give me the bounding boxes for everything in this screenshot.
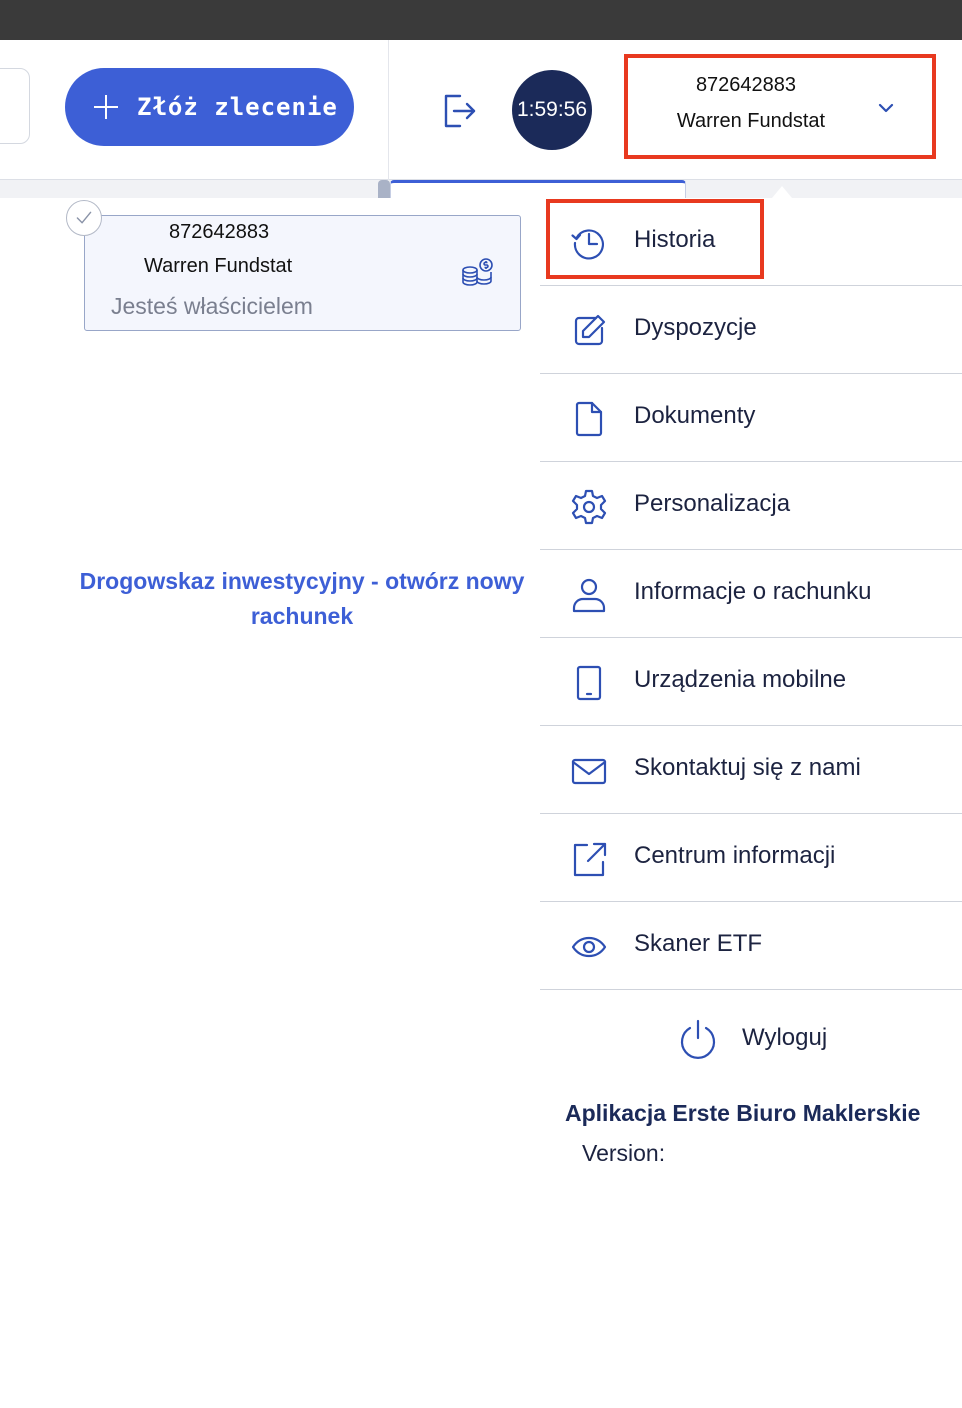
menu-item-urzadzenia[interactable]: Urządzenia mobilne [540,638,962,726]
browser-top-strip [0,0,962,40]
investment-guide-link[interactable]: Drogowskaz inwestycyjny - otwórz nowy ra… [60,564,544,634]
external-link-icon [573,842,607,877]
user-icon [572,578,606,613]
menu-item-label: Dyspozycje [634,314,757,341]
menu-item-skaner-etf[interactable]: Skaner ETF [540,902,962,990]
document-icon [575,401,603,437]
account-card-role: Jesteś właścicielem [111,293,313,319]
historia-highlight-box [546,199,764,279]
menu-item-label: Skaner ETF [634,930,763,957]
menu-item-label: Skontaktuj się z nami [634,754,861,781]
menu-item-dyspozycje[interactable]: Dyspozycje [540,286,962,374]
place-order-button[interactable]: Złóż zlecenie [65,68,354,146]
dropdown-caret [772,186,792,198]
envelope-icon [571,758,607,785]
active-subtab[interactable] [390,180,686,198]
logout-label: Wyloguj [742,1024,828,1051]
menu-item-label: Informacje o rachunku [634,578,872,605]
plus-icon [93,94,119,120]
chevron-down-icon[interactable] [874,96,898,120]
account-selector-number: 872642883 [695,74,797,96]
logout-icon[interactable] [440,92,478,130]
menu-item-kontakt[interactable]: Skontaktuj się z nami [540,726,962,814]
app-header: Złóż zlecenie 1:59:56 872642883 Warren F… [0,40,962,180]
account-card[interactable]: 872642883 Warren Fundstat Jesteś właścic… [84,215,521,331]
menu-item-label: Urządzenia mobilne [634,666,847,693]
place-order-label: Złóż zlecenie [137,93,338,121]
accounts-panel: 872642883 Warren Fundstat Jesteś właścic… [0,198,540,1408]
tab-grip [378,180,390,198]
menu-item-label: Dokumenty [634,402,756,429]
coins-icon [462,258,493,286]
menu-item-dokumenty[interactable]: Dokumenty [540,374,962,462]
menu-item-label: Personalizacja [634,490,791,517]
account-menu: Historia Dyspozycje Dokumenty Personaliz… [540,198,962,1408]
account-card-name: Warren Fundstat [144,255,293,277]
gear-icon [571,489,607,525]
menu-item-informacje[interactable]: Informacje o rachunku [540,550,962,638]
selected-check-icon [66,200,102,236]
account-selector-name: Warren Fundstat [676,110,826,132]
menu-item-personalizacja[interactable]: Personalizacja [540,462,962,550]
menu-item-centrum[interactable]: Centrum informacji [540,814,962,902]
header-divider [388,40,389,180]
account-selector[interactable]: 872642883 Warren Fundstat [624,54,936,159]
edit-document-icon [574,314,606,346]
power-icon [680,1019,716,1059]
session-timer: 1:59:56 [512,70,592,150]
menu-item-label: Centrum informacji [634,842,836,869]
logout-button[interactable]: Wyloguj [540,1018,962,1060]
search-input-stub[interactable] [0,68,30,144]
account-card-number: 872642883 [169,221,270,243]
app-name: Aplikacja Erste Biuro Maklerskie [565,1100,921,1126]
app-version: Version: [582,1140,666,1166]
mobile-device-icon [576,665,602,701]
eye-icon [571,936,607,958]
